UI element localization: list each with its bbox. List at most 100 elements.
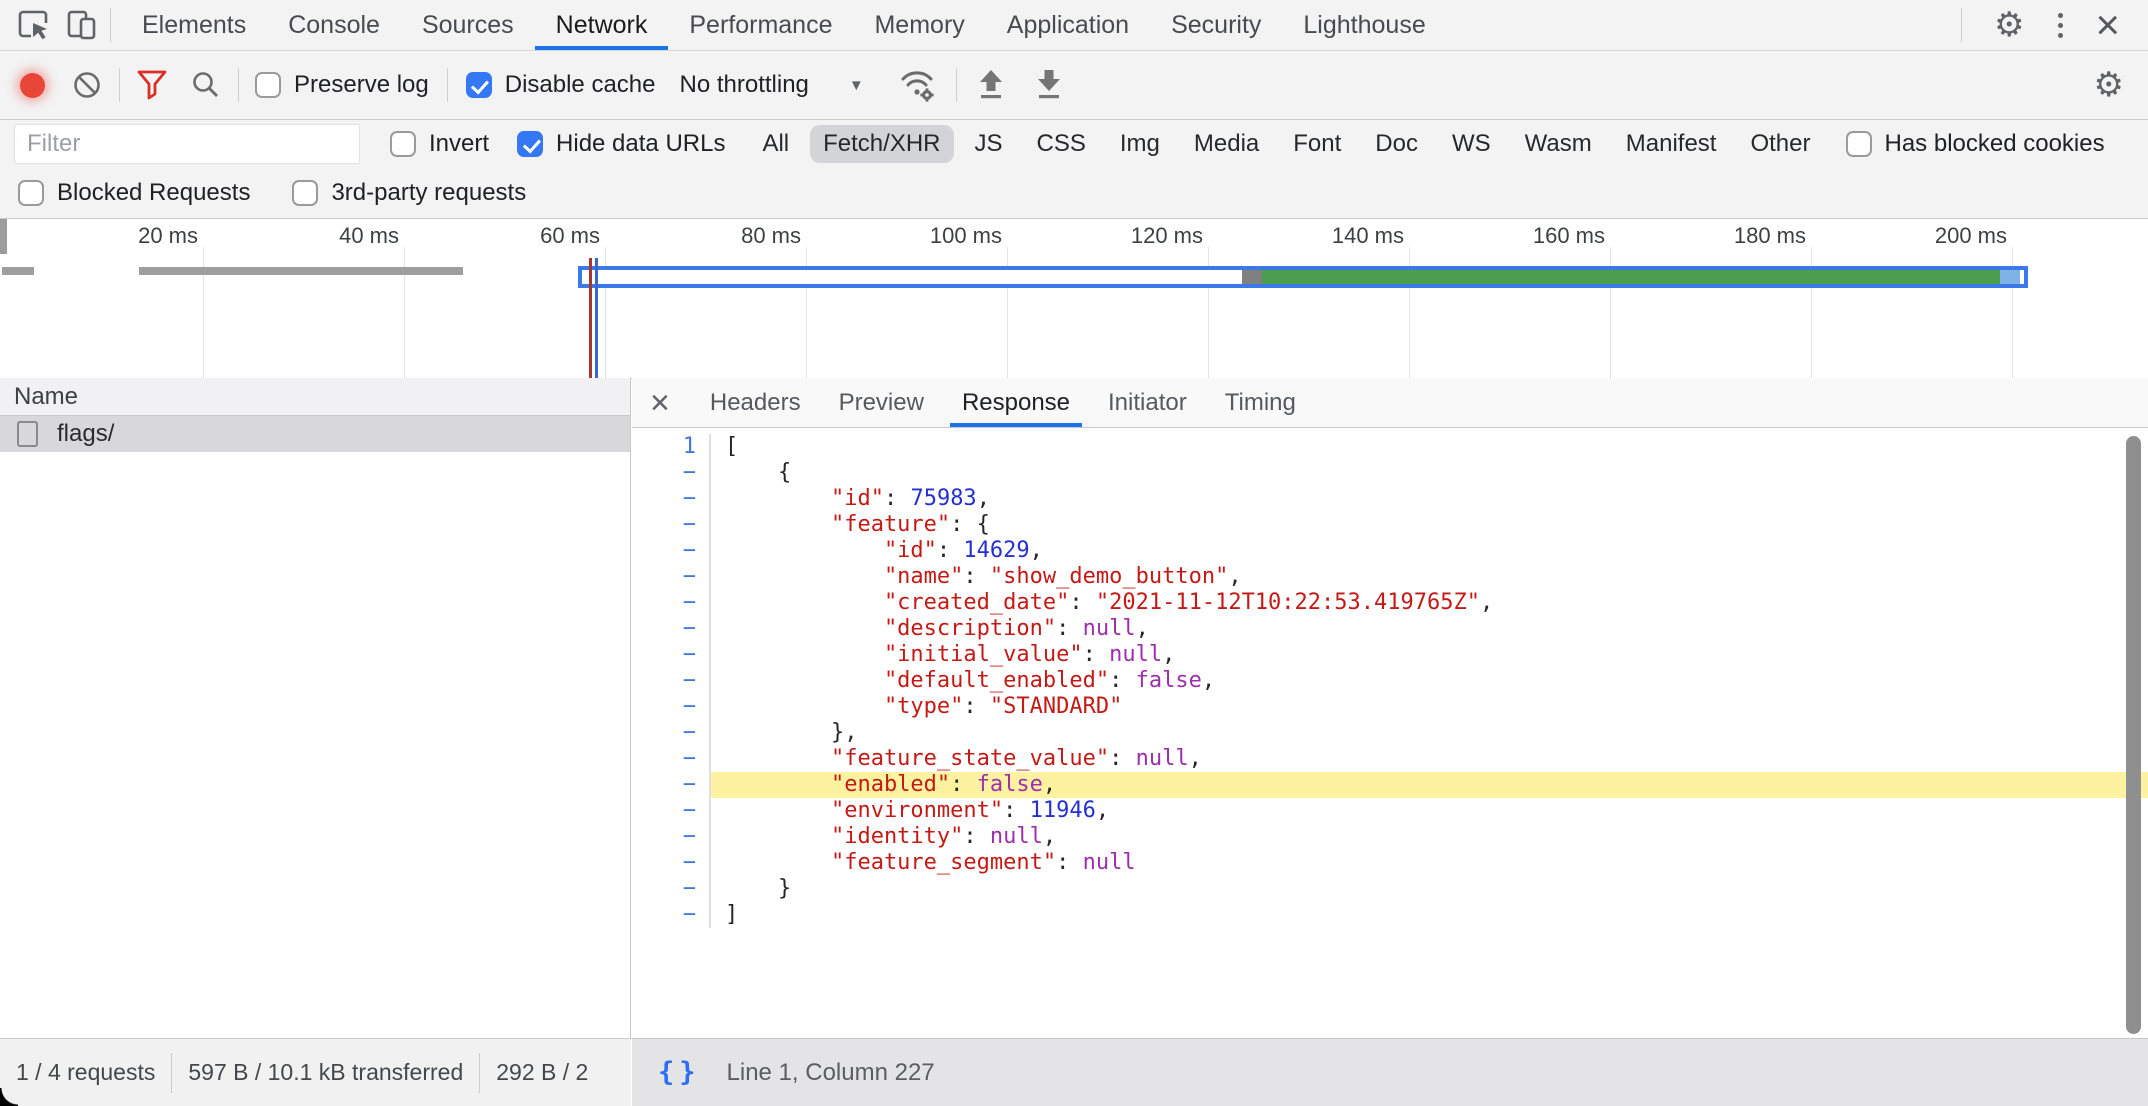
more-options-kebab-icon[interactable]: [2046, 13, 2075, 38]
blocked-requests-checkbox[interactable]: [18, 180, 44, 206]
third-party-label[interactable]: 3rd-party requests: [331, 179, 526, 207]
tab-sources[interactable]: Sources: [401, 0, 535, 50]
token-k: "name": [725, 564, 963, 589]
token-a: null: [1083, 850, 1136, 875]
token-k: "id": [725, 538, 937, 563]
line-content: "feature": {: [711, 512, 2148, 538]
disable-cache-toggle[interactable]: Disable cache: [466, 71, 656, 99]
preserve-log-toggle[interactable]: Preserve log: [255, 71, 429, 99]
detail-tab-timing[interactable]: Timing: [1213, 378, 1308, 427]
throttling-select-value[interactable]: No throttling: [679, 71, 808, 99]
tab-elements[interactable]: Elements: [121, 0, 267, 50]
token-p: : {: [950, 512, 990, 537]
filter-type-img[interactable]: Img: [1107, 125, 1173, 163]
preserve-log-checkbox[interactable]: [255, 72, 281, 98]
name-column-header[interactable]: Name: [0, 378, 630, 416]
network-settings-gear-icon[interactable]: ⚙: [2086, 68, 2148, 102]
has-blocked-cookies-toggle[interactable]: Has blocked cookies: [1846, 130, 2105, 158]
disable-cache-checkbox[interactable]: [466, 72, 492, 98]
record-network-log-button[interactable]: [20, 73, 45, 98]
detail-tab-initiator[interactable]: Initiator: [1096, 378, 1199, 427]
disable-cache-label[interactable]: Disable cache: [505, 71, 656, 99]
third-party-checkbox[interactable]: [292, 180, 318, 206]
window-corner: [0, 1088, 18, 1106]
invert-label[interactable]: Invert: [429, 130, 489, 158]
third-party-toggle[interactable]: 3rd-party requests: [292, 179, 526, 207]
settings-gear-icon[interactable]: ⚙: [1986, 8, 2032, 42]
close-devtools-icon[interactable]: ×: [2089, 5, 2126, 45]
devtools-window: ElementsConsoleSourcesNetworkPerformance…: [0, 0, 2148, 1106]
fold-marker: −: [632, 694, 711, 720]
code-line-14: − "enabled": false,: [632, 772, 2148, 798]
search-icon[interactable]: [190, 69, 222, 101]
export-har-icon[interactable]: [1033, 67, 1065, 103]
throttling-caret-icon[interactable]: ▼: [849, 77, 864, 94]
filter-type-ws[interactable]: WS: [1439, 125, 1504, 163]
blocked-requests-toggle[interactable]: Blocked Requests: [18, 179, 250, 207]
filter-input[interactable]: [14, 124, 360, 164]
clear-network-log-icon[interactable]: [71, 69, 103, 101]
token-k: "type": [725, 694, 963, 719]
tab-memory[interactable]: Memory: [853, 0, 985, 50]
overview-request-bar: [2, 267, 34, 275]
filter-type-manifest[interactable]: Manifest: [1613, 125, 1730, 163]
tab-lighthouse[interactable]: Lighthouse: [1282, 0, 1446, 50]
hide-data-urls-checkbox[interactable]: [517, 131, 543, 157]
hide-data-urls-label[interactable]: Hide data URLs: [556, 130, 725, 158]
filter-type-font[interactable]: Font: [1280, 125, 1354, 163]
tab-console[interactable]: Console: [267, 0, 401, 50]
code-line-3: − "id": 75983,: [632, 486, 2148, 512]
detail-tab-preview[interactable]: Preview: [827, 378, 936, 427]
code-line-17: − "feature_segment": null: [632, 850, 2148, 876]
pretty-print-button[interactable]: {}: [658, 1057, 701, 1088]
filter-type-all[interactable]: All: [749, 125, 802, 163]
code-line-11: − "type": "STANDARD": [632, 694, 2148, 720]
detail-tab-headers[interactable]: Headers: [698, 378, 813, 427]
tab-performance[interactable]: Performance: [668, 0, 853, 50]
overview-selected-request-bar: [578, 266, 2028, 288]
token-a: false: [977, 772, 1043, 797]
token-n: 11946: [1030, 798, 1096, 823]
preserve-log-label[interactable]: Preserve log: [294, 71, 429, 99]
filter-type-css[interactable]: CSS: [1024, 125, 1099, 163]
token-p: ,: [1228, 564, 1241, 589]
token-p: :: [937, 538, 964, 563]
code-line-18: − }: [632, 876, 2148, 902]
blocked-requests-label[interactable]: Blocked Requests: [57, 179, 250, 207]
line-content: }: [711, 876, 2148, 902]
invert-checkbox[interactable]: [390, 131, 416, 157]
token-s: "2021-11-12T10:22:53.419765Z": [1096, 590, 1480, 615]
network-overview-strip[interactable]: 20 ms40 ms60 ms80 ms100 ms120 ms140 ms16…: [0, 219, 2148, 379]
token-p: :: [1069, 590, 1096, 615]
has-blocked-cookies-checkbox[interactable]: [1846, 131, 1872, 157]
import-har-icon[interactable]: [975, 67, 1007, 103]
tab-application[interactable]: Application: [986, 0, 1150, 50]
has-blocked-cookies-label[interactable]: Has blocked cookies: [1885, 130, 2105, 158]
invert-toggle[interactable]: Invert: [390, 130, 489, 158]
detail-tab-response[interactable]: Response: [950, 378, 1082, 427]
filter-type-fetch-xhr[interactable]: Fetch/XHR: [810, 125, 953, 163]
response-scrollbar-thumb[interactable]: [2126, 436, 2141, 1034]
close-detail-icon[interactable]: ×: [644, 386, 684, 420]
filter-type-wasm[interactable]: Wasm: [1512, 125, 1605, 163]
tab-security[interactable]: Security: [1150, 0, 1282, 50]
divider: [119, 68, 120, 102]
divider: [447, 68, 448, 102]
token-p: :: [1083, 642, 1110, 667]
filter-type-other[interactable]: Other: [1737, 125, 1823, 163]
network-conditions-icon[interactable]: [898, 66, 938, 104]
filter-funnel-icon[interactable]: [136, 68, 168, 102]
line-content: "initial_value": null,: [711, 642, 2148, 668]
inspect-element-icon[interactable]: [16, 7, 52, 43]
code-line-12: − },: [632, 720, 2148, 746]
overview-edge-mark: [0, 219, 7, 254]
filter-type-js[interactable]: JS: [962, 125, 1016, 163]
hide-data-urls-toggle[interactable]: Hide data URLs: [517, 130, 725, 158]
token-p: ,: [1480, 590, 1493, 615]
tab-network[interactable]: Network: [535, 0, 669, 50]
request-row-flags[interactable]: flags/: [0, 416, 630, 452]
code-line-10: − "default_enabled": false,: [632, 668, 2148, 694]
filter-type-doc[interactable]: Doc: [1362, 125, 1431, 163]
device-toolbar-icon[interactable]: [64, 7, 100, 43]
filter-type-media[interactable]: Media: [1181, 125, 1272, 163]
